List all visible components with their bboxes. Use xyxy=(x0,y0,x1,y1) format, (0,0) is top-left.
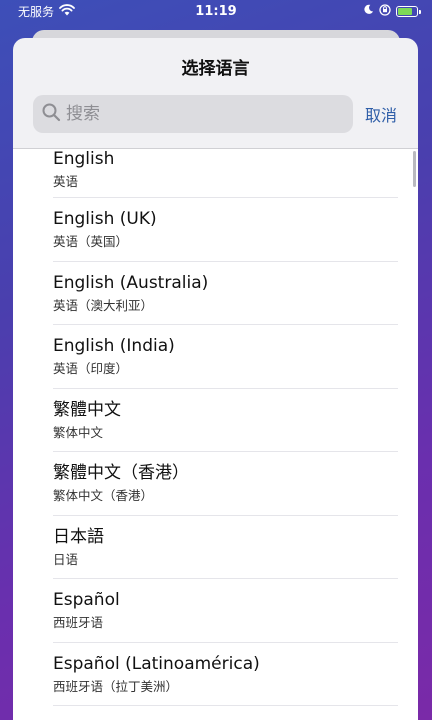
language-row[interactable]: Español 西班牙语 xyxy=(53,579,398,643)
language-name: English xyxy=(53,149,115,169)
search-row: 取消 xyxy=(33,95,403,133)
language-native-name: 英语 xyxy=(53,174,79,189)
language-list[interactable]: English 英语 English (UK) 英语（英国） English (Aust… xyxy=(13,148,418,720)
language-name: 日本語 xyxy=(53,526,104,547)
language-name: Español xyxy=(53,590,120,610)
language-row[interactable]: English 英语 xyxy=(53,148,398,198)
language-native-name: 日语 xyxy=(53,551,79,567)
language-name: English (UK) xyxy=(53,209,157,229)
search-field[interactable] xyxy=(33,95,353,133)
language-name: Español (Latinoamérica) xyxy=(53,653,260,674)
battery-icon xyxy=(396,5,421,17)
language-row[interactable]: Español (Latinoamérica) 西班牙语（拉丁美洲） xyxy=(53,643,398,706)
language-name: English (India) xyxy=(53,336,175,356)
language-row[interactable]: English (Australia) 英语（澳大利亚） xyxy=(53,262,398,325)
search-icon xyxy=(41,102,61,126)
status-right xyxy=(363,3,421,19)
language-native-name: 西班牙语（拉丁美洲） xyxy=(53,678,179,694)
language-native-name: 繁体中文 xyxy=(53,424,104,440)
status-left: 无服务 xyxy=(18,3,75,20)
carrier-label: 无服务 xyxy=(18,4,55,19)
moon-icon xyxy=(363,4,374,18)
language-row[interactable]: 繁體中文 繁体中文 xyxy=(53,389,398,452)
language-native-name: 英语（印度） xyxy=(53,361,129,376)
language-row[interactable]: 繁體中文（香港） 繁体中文（香港） xyxy=(53,452,398,516)
status-bar: 无服务 11:19 xyxy=(0,0,432,22)
orientation-lock-icon xyxy=(379,3,391,19)
language-native-name: 英语（澳大利亚） xyxy=(53,297,154,313)
wifi-icon xyxy=(59,3,75,19)
language-row[interactable]: English (India) 英语（印度） xyxy=(53,325,398,389)
language-native-name: 繁体中文（香港） xyxy=(53,488,154,503)
language-name: 繁體中文 xyxy=(53,399,121,420)
language-name: English (Australia) xyxy=(53,272,209,293)
language-native-name: 英语（英国） xyxy=(53,234,129,249)
search-input[interactable] xyxy=(66,104,326,124)
language-picker-sheet: 选择语言 取消 English英语English (UK)英语（英国）Engli… xyxy=(13,38,418,720)
language-name: 繁體中文（香港） xyxy=(53,463,189,483)
scrollbar[interactable] xyxy=(413,151,416,187)
language-row[interactable]: 日本語 日语 xyxy=(53,516,398,579)
sheet-title: 选择语言 xyxy=(181,59,250,79)
language-native-name: 西班牙语 xyxy=(53,615,104,630)
battery-level xyxy=(398,7,413,15)
language-row[interactable]: English (UK) 英语（英国） xyxy=(53,198,398,262)
cancel-button[interactable]: 取消 xyxy=(365,102,397,126)
